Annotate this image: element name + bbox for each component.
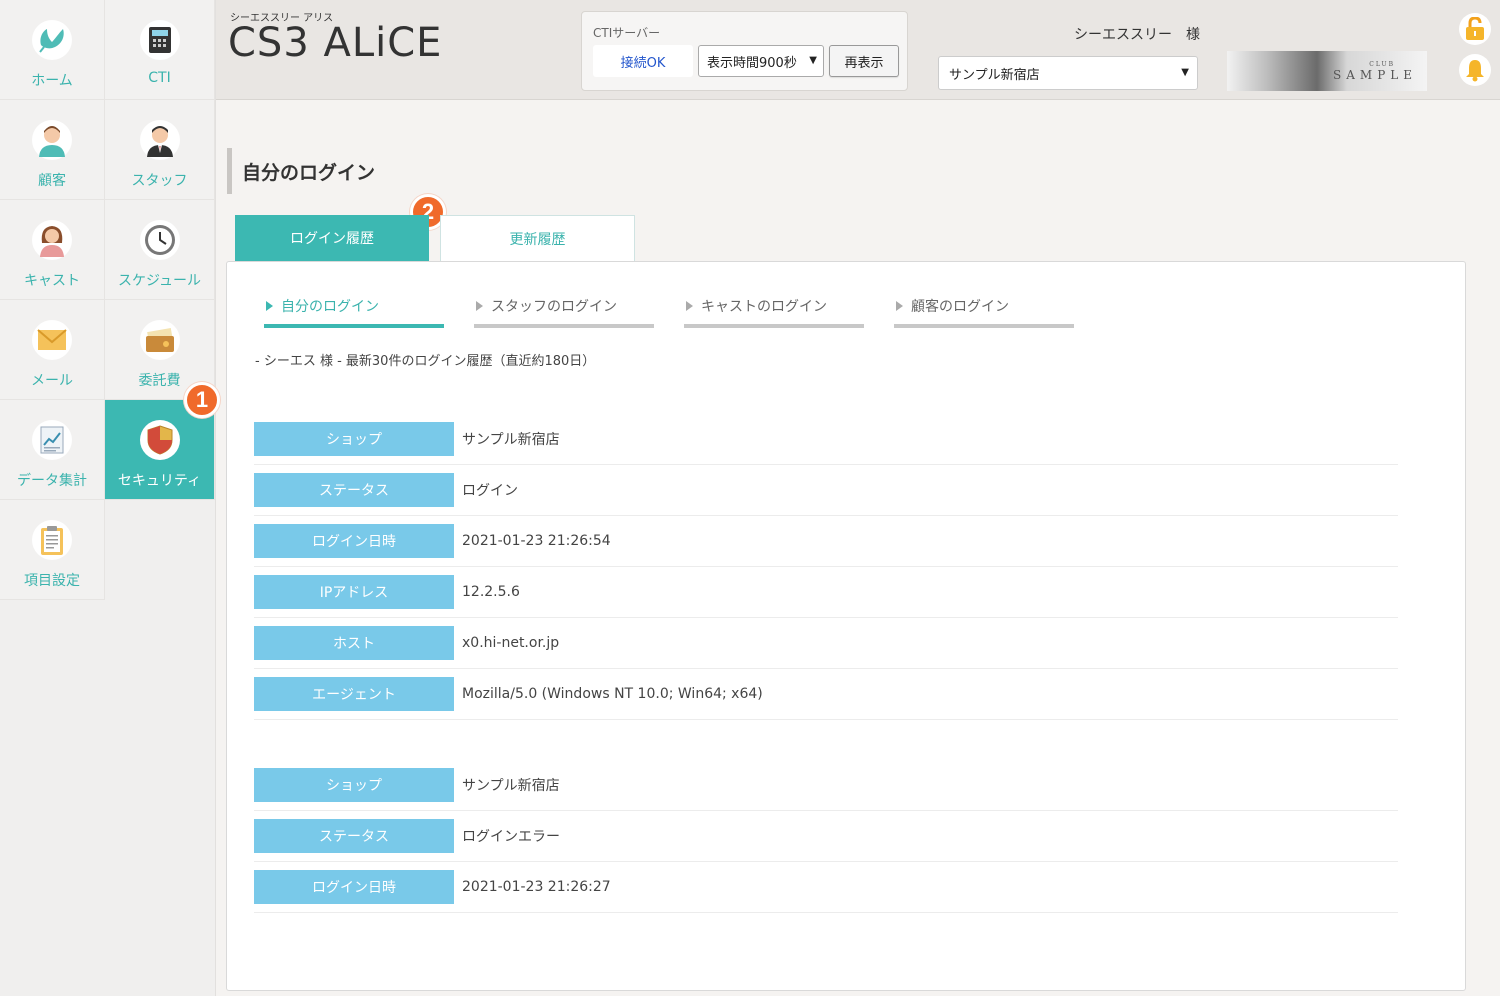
field-value: ログイン — [462, 483, 518, 499]
sidebar-item-label: CTI — [148, 70, 171, 86]
subtab-staff-login[interactable]: スタッフのログイン — [474, 292, 654, 328]
sidebar-item-customer[interactable]: 顧客 — [0, 100, 105, 200]
subtab-label: キャストのログイン — [701, 299, 827, 315]
cti-status: 接続OK — [593, 45, 693, 77]
sidebar-item-label: 顧客 — [38, 173, 66, 189]
sidebar-item-cti[interactable]: CTI — [105, 0, 215, 100]
sidebar-item-settings[interactable]: 項目設定 — [0, 500, 105, 600]
sidebar-item-staff[interactable]: スタッフ — [105, 100, 215, 200]
triangle-right-icon — [686, 301, 693, 311]
unlock-icon[interactable] — [1459, 13, 1491, 45]
login-history-summary: - シーエス 様 - 最新30件のログイン履歴（直近約180日） — [255, 354, 596, 369]
content-panel: 自分のログイン スタッフのログイン キャストのログイン 顧客のログイン - シー… — [226, 261, 1466, 991]
field-label: エージェント — [254, 677, 454, 711]
field-label: ログイン日時 — [254, 870, 454, 904]
phone-icon — [139, 20, 180, 60]
record-row: ホスト x0.hi-net.or.jp — [254, 618, 1398, 669]
page-title: 自分のログイン — [227, 148, 375, 194]
sidebar-item-label: スケジュール — [117, 273, 202, 289]
report-icon — [32, 420, 72, 460]
home-icon — [32, 20, 72, 60]
field-value: 2021-01-23 21:26:27 — [462, 879, 611, 895]
sidebar-item-home[interactable]: ホーム — [0, 0, 105, 100]
record-row: ログイン日時 2021-01-23 21:26:54 — [254, 516, 1398, 567]
field-value: サンプル新宿店 — [462, 778, 560, 794]
sidebar-item-label: セキュリティ — [117, 473, 202, 489]
field-label: ステータス — [254, 473, 454, 507]
subtab-label: 自分のログイン — [281, 299, 379, 315]
field-label: ショップ — [254, 768, 454, 802]
step-badge-1: 1 — [184, 382, 220, 418]
sidebar-item-label: 項目設定 — [24, 573, 80, 589]
subtab-customer-login[interactable]: 顧客のログイン — [894, 292, 1074, 328]
sidebar-item-label: メール — [31, 373, 73, 389]
display-interval-select[interactable]: 表示時間900秒 ▼ — [698, 45, 824, 77]
club-logo: CLUB SAMPLE — [1227, 51, 1427, 91]
sidebar-item-label: キャスト — [24, 273, 80, 289]
triangle-right-icon — [896, 301, 903, 311]
subtab-cast-login[interactable]: キャストのログイン — [684, 292, 864, 328]
sidebar-item-cast[interactable]: キャスト — [0, 200, 105, 300]
field-value: 12.2.5.6 — [462, 584, 520, 600]
sidebar-item-label: 委託費 — [138, 373, 181, 389]
subtab-own-login[interactable]: 自分のログイン — [264, 292, 444, 328]
club-logo-line2: SAMPLE — [1333, 67, 1417, 82]
record-row: ステータス ログインエラー — [254, 811, 1398, 862]
mail-icon — [32, 320, 72, 360]
field-value: サンプル新宿店 — [462, 432, 560, 448]
subtab-label: スタッフのログイン — [491, 299, 617, 315]
cast-icon — [32, 220, 72, 260]
refresh-button[interactable]: 再表示 — [829, 45, 899, 77]
clipboard-icon — [32, 520, 72, 560]
cti-panel: CTIサーバー 接続OK 表示時間900秒 ▼ 再表示 — [581, 11, 908, 91]
wallet-icon — [139, 320, 180, 360]
chevron-down-icon: ▼ — [809, 55, 817, 66]
header: シーエススリー アリス CS3 ALiCE CTIサーバー 接続OK 表示時間9… — [216, 0, 1500, 100]
sidebar: ホーム CTI 顧客 スタッフ キャスト スケジュール メール 委託費 データ集… — [0, 0, 216, 996]
shield-icon — [139, 420, 180, 460]
record-row: ショップ サンプル新宿店 — [254, 414, 1398, 465]
field-value: ログインエラー — [462, 829, 560, 845]
sidebar-item-label: データ集計 — [17, 473, 87, 489]
sidebar-item-label: ホーム — [31, 73, 73, 89]
user-name: シーエススリー 様 — [1074, 27, 1200, 43]
triangle-right-icon — [476, 301, 483, 311]
record-row: IPアドレス 12.2.5.6 — [254, 567, 1398, 618]
clock-icon — [139, 220, 180, 260]
cti-label: CTIサーバー — [593, 26, 661, 40]
field-value: x0.hi-net.or.jp — [462, 635, 560, 651]
display-interval-value: 表示時間900秒 — [707, 55, 797, 71]
record-row: ログイン日時 2021-01-23 21:26:27 — [254, 862, 1398, 913]
staff-icon — [139, 120, 180, 160]
record-row: ステータス ログイン — [254, 465, 1398, 516]
tab-login-history[interactable]: ログイン履歴 — [235, 215, 429, 261]
sidebar-item-label: スタッフ — [131, 173, 188, 189]
sidebar-item-data[interactable]: データ集計 — [0, 400, 105, 500]
subtab-label: 顧客のログイン — [911, 299, 1009, 315]
bell-icon[interactable] — [1459, 54, 1491, 86]
tab-update-history[interactable]: 更新履歴 — [440, 215, 635, 261]
shop-select[interactable]: サンプル新宿店 ▼ — [938, 56, 1198, 90]
sidebar-item-mail[interactable]: メール — [0, 300, 105, 400]
field-value: Mozilla/5.0 (Windows NT 10.0; Win64; x64… — [462, 686, 763, 702]
record-row: ショップ サンプル新宿店 — [254, 760, 1398, 811]
field-label: ショップ — [254, 422, 454, 456]
field-label: ホスト — [254, 626, 454, 660]
record-row: エージェント Mozilla/5.0 (Windows NT 10.0; Win… — [254, 669, 1398, 720]
field-label: IPアドレス — [254, 575, 454, 609]
chevron-down-icon: ▼ — [1181, 67, 1189, 78]
shop-select-value: サンプル新宿店 — [949, 67, 1040, 83]
club-logo-line1: CLUB — [1369, 60, 1395, 68]
triangle-right-icon — [266, 301, 273, 311]
field-value: 2021-01-23 21:26:54 — [462, 533, 611, 549]
field-label: ログイン日時 — [254, 524, 454, 558]
field-label: ステータス — [254, 819, 454, 853]
sidebar-item-schedule[interactable]: スケジュール — [105, 200, 215, 300]
brand-title: CS3 ALiCE — [228, 20, 443, 66]
customer-icon — [32, 120, 72, 160]
